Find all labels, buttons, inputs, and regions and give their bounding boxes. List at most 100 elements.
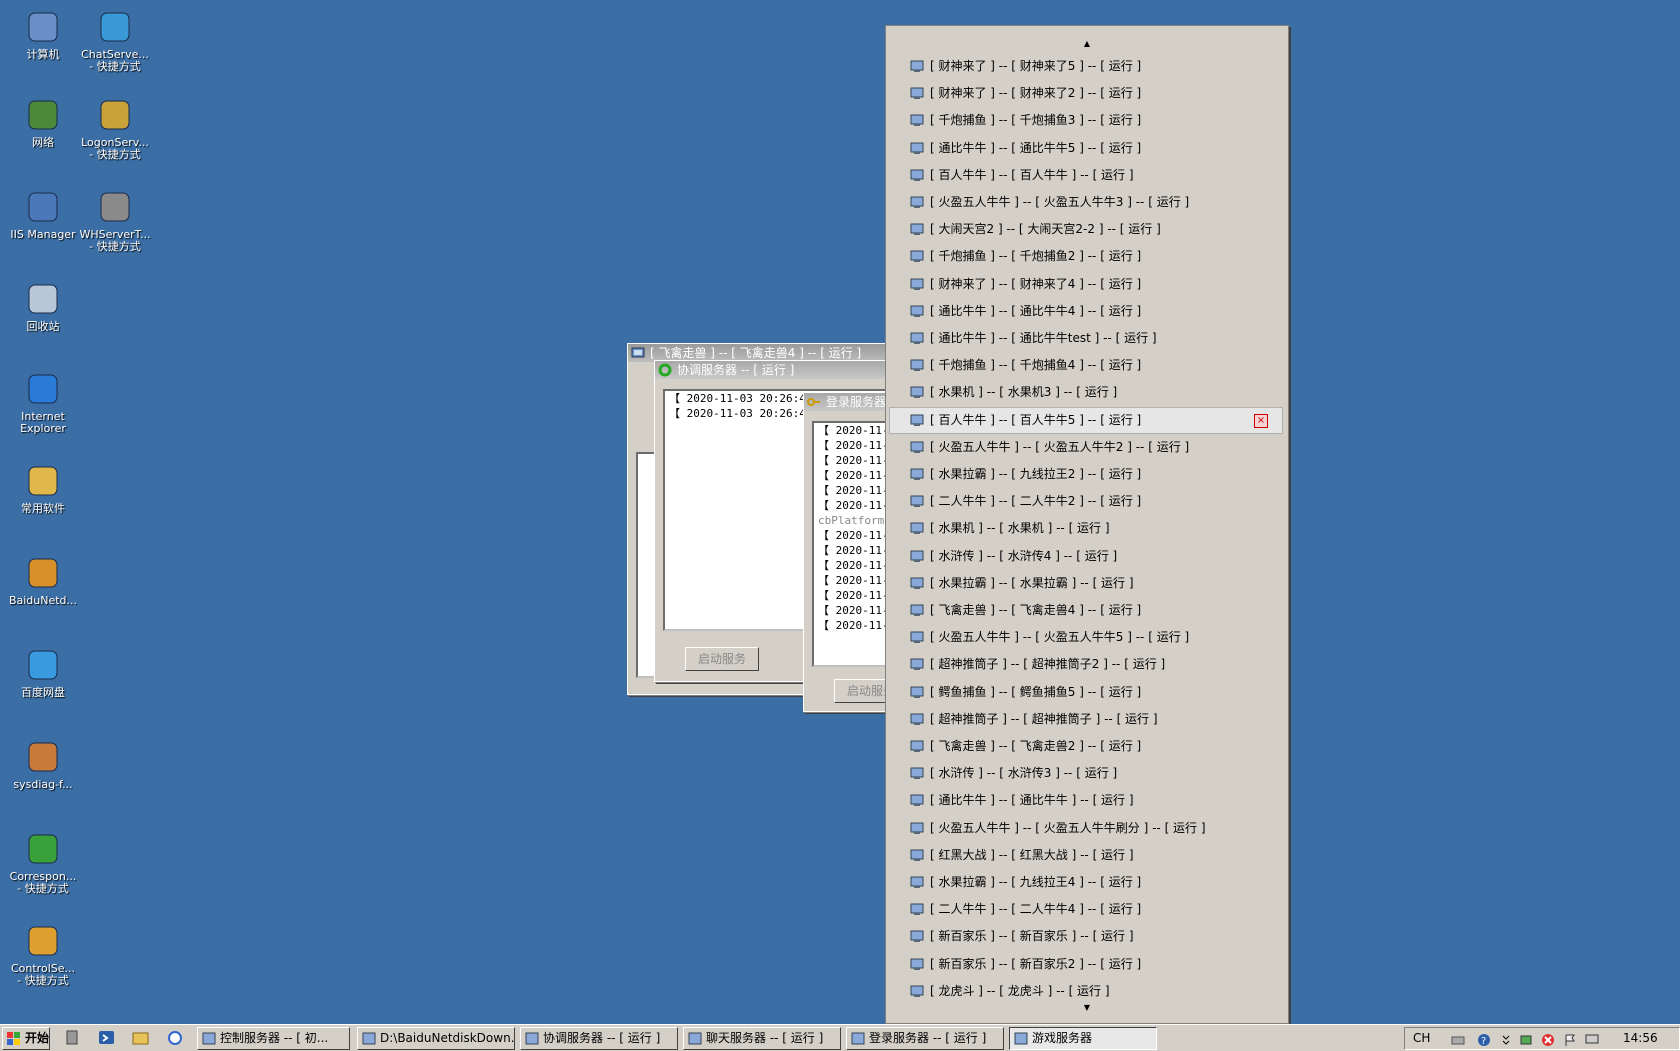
controlserver-shortcut-desktop-item[interactable]: ControlSe... - 快捷方式 [0, 922, 86, 987]
common-software-folder-icon [24, 462, 62, 500]
coordination-window-titlebar[interactable]: 协调服务器 -- [ 运行 ] [655, 361, 895, 379]
logonserver-shortcut-icon [96, 96, 134, 134]
tray-expand-icon[interactable] [1499, 1033, 1513, 1047]
language-indicator[interactable]: CH [1413, 1031, 1430, 1045]
menu-item-game-server[interactable]: [ 飞禽走兽 ] -- [ 飞禽走兽4 ] -- [ 运行 ] [890, 598, 1282, 623]
flag-icon[interactable] [1563, 1033, 1577, 1047]
menu-item-game-server[interactable]: [ 龙虎斗 ] -- [ 龙虎斗 ] -- [ 运行 ] [890, 979, 1282, 1004]
taskbar-window-button[interactable]: 控制服务器 -- [ 初... [197, 1027, 350, 1050]
explorer-icon[interactable] [132, 1029, 150, 1046]
internet-explorer-desktop-item[interactable]: Internet Explorer [0, 370, 86, 435]
correspond-shortcut-desktop-item[interactable]: Correspon... - 快捷方式 [0, 830, 86, 895]
chatserver-shortcut-desktop-item[interactable]: ChatServe... - 快捷方式 [72, 8, 158, 73]
close-item-icon[interactable]: × [1254, 413, 1268, 428]
menu-item-label: [ 大闹天宫2 ] -- [ 大闹天宫2-2 ] -- [ 运行 ] [930, 222, 1161, 237]
server-icon [910, 604, 924, 616]
baidunetdisk-download-desktop-item[interactable]: BaiduNetd... [0, 554, 86, 607]
menu-item-game-server[interactable]: [ 水浒传 ] -- [ 水浒传3 ] -- [ 运行 ] [890, 761, 1282, 786]
menu-item-game-server[interactable]: [ 红黑大战 ] -- [ 红黑大战 ] -- [ 运行 ] [890, 843, 1282, 868]
key-icon [807, 398, 820, 406]
menu-item-game-server[interactable]: [ 百人牛牛 ] -- [ 百人牛牛5 ] -- [ 运行 ] × [889, 406, 1283, 434]
menu-item-label: [ 通比牛牛 ] -- [ 通比牛牛test ] -- [ 运行 ] [930, 331, 1157, 345]
menu-item-game-server[interactable]: [ 水果拉霸 ] -- [ 九线拉王4 ] -- [ 运行 ] [890, 870, 1282, 895]
server-manager-icon[interactable] [64, 1029, 82, 1046]
menu-item-game-server[interactable]: [ 千炮捕鱼 ] -- [ 千炮捕鱼2 ] -- [ 运行 ] [890, 244, 1282, 269]
baidu-netdisk-quicklaunch-icon[interactable] [166, 1029, 184, 1046]
menu-item-label: [ 财神来了 ] -- [ 财神来了4 ] -- [ 运行 ] [930, 276, 1142, 291]
taskbar-window-button[interactable]: 聊天服务器 -- [ 运行 ] [683, 1027, 841, 1050]
menu-item-game-server[interactable]: [ 百人牛牛 ] -- [ 百人牛牛 ] -- [ 运行 ] [890, 163, 1282, 188]
scroll-up-arrow[interactable]: ▲ [886, 39, 1288, 48]
menu-item-game-server[interactable]: [ 新百家乐 ] -- [ 新百家乐2 ] -- [ 运行 ] [890, 952, 1282, 977]
common-software-folder-desktop-item[interactable]: 常用软件 [0, 462, 86, 515]
chatserver-shortcut-icon [96, 8, 134, 46]
menu-item-game-server[interactable]: [ 千炮捕鱼 ] -- [ 千炮捕鱼3 ] -- [ 运行 ] [890, 108, 1282, 133]
recycle-arrows-icon [658, 363, 672, 377]
menu-item-game-server[interactable]: [ 水果机 ] -- [ 水果机3 ] -- [ 运行 ] [890, 380, 1282, 405]
keyboard-icon[interactable] [1451, 1033, 1465, 1047]
menu-item-game-server[interactable]: [ 二人牛牛 ] -- [ 二人牛牛2 ] -- [ 运行 ] [890, 489, 1282, 514]
menu-item-game-server[interactable]: [ 超神推筒子 ] -- [ 超神推筒子2 ] -- [ 运行 ] [890, 652, 1282, 677]
server-icon [910, 414, 924, 426]
menu-item-game-server[interactable]: [ 水果拉霸 ] -- [ 水果拉霸 ] -- [ 运行 ] [890, 571, 1282, 596]
coordination-start-button[interactable]: 启动服务 [685, 647, 759, 671]
menu-item-label: [ 超神推筒子 ] -- [ 超神推筒子 ] -- [ 运行 ] [930, 711, 1158, 726]
menu-item-label: [ 水浒传 ] -- [ 水浒传3 ] -- [ 运行 ] [930, 766, 1118, 781]
menu-item-label: [ 水果拉霸 ] -- [ 九线拉王4 ] -- [ 运行 ] [930, 875, 1142, 889]
network-tray-icon[interactable] [1519, 1033, 1533, 1047]
menu-item-game-server[interactable]: [ 超神推筒子 ] -- [ 超神推筒子 ] -- [ 运行 ] [890, 707, 1282, 732]
menu-item-game-server[interactable]: [ 火盈五人牛牛 ] -- [ 火盈五人牛牛2 ] -- [ 运行 ] [890, 435, 1282, 460]
menu-item-game-server[interactable]: [ 水浒传 ] -- [ 水浒传4 ] -- [ 运行 ] [890, 544, 1282, 569]
taskbar-window-button[interactable]: 登录服务器 -- [ 运行 ] [846, 1027, 1004, 1050]
menu-item-game-server[interactable]: [ 火盈五人牛牛 ] -- [ 火盈五人牛牛3 ] -- [ 运行 ] [890, 190, 1282, 215]
desktop-item-label: ChatServe... - 快捷方式 [81, 48, 149, 73]
menu-item-game-server[interactable]: [ 二人牛牛 ] -- [ 二人牛牛4 ] -- [ 运行 ] [890, 897, 1282, 922]
server-icon [910, 250, 924, 263]
taskbar-window-button[interactable]: 协调服务器 -- [ 运行 ] [520, 1027, 678, 1050]
clock[interactable]: 14:56 [1623, 1031, 1658, 1045]
help-icon[interactable]: ? [1477, 1033, 1491, 1047]
menu-item-game-server[interactable]: [ 财神来了 ] -- [ 财神来了5 ] -- [ 运行 ] [890, 54, 1282, 79]
menu-item-game-server[interactable]: [ 通比牛牛 ] -- [ 通比牛牛4 ] -- [ 运行 ] [890, 299, 1282, 324]
menu-item-game-server[interactable]: [ 水果机 ] -- [ 水果机 ] -- [ 运行 ] [890, 516, 1282, 541]
menu-item-game-server[interactable]: [ 新百家乐 ] -- [ 新百家乐 ] -- [ 运行 ] [890, 924, 1282, 949]
sysdiag-desktop-item[interactable]: sysdiag-f... [0, 738, 86, 791]
taskbar-window-button[interactable]: D:\BaiduNetdiskDown... [357, 1027, 515, 1050]
menu-item-label: [ 财神来了 ] -- [ 财神来了2 ] -- [ 运行 ] [930, 86, 1142, 101]
powershell-icon[interactable] [98, 1029, 116, 1046]
menu-item-game-server[interactable]: [ 大闹天宫2 ] -- [ 大闹天宫2-2 ] -- [ 运行 ] [890, 217, 1282, 242]
display-icon[interactable] [1585, 1033, 1599, 1047]
menu-item-game-server[interactable]: [ 通比牛牛 ] -- [ 通比牛牛5 ] -- [ 运行 ] [890, 136, 1282, 161]
logonserver-shortcut-desktop-item[interactable]: LogonServ... - 快捷方式 [72, 96, 158, 161]
server-icon [910, 686, 924, 698]
menu-item-game-server[interactable]: [ 千炮捕鱼 ] -- [ 千炮捕鱼4 ] -- [ 运行 ] [890, 353, 1282, 378]
window-icon [202, 1032, 216, 1045]
whservert-shortcut-desktop-item[interactable]: WHServerT... - 快捷方式 [72, 188, 158, 253]
security-alert-icon[interactable] [1541, 1033, 1555, 1047]
taskbar-window-button[interactable]: 游戏服务器 [1009, 1027, 1157, 1050]
taskbar-button-label: 控制服务器 -- [ 初... [220, 1031, 329, 1045]
menu-item-game-server[interactable]: [ 火盈五人牛牛 ] -- [ 火盈五人牛牛5 ] -- [ 运行 ] [890, 625, 1282, 650]
server-icon [910, 577, 924, 589]
server-icon [910, 386, 924, 399]
scroll-down-arrow[interactable]: ▼ [886, 1003, 1288, 1012]
taskbar: 开始 控制服务器 -- [ 初... D:\BaiduNetdiskDown...… [0, 1024, 1680, 1051]
menu-item-game-server[interactable]: [ 火盈五人牛牛 ] -- [ 火盈五人牛牛刷分 ] -- [ 运行 ] [890, 816, 1282, 841]
menu-item-label: [ 通比牛牛 ] -- [ 通比牛牛 ] -- [ 运行 ] [930, 793, 1134, 808]
recycle-bin-desktop-item[interactable]: 回收站 [0, 280, 86, 333]
menu-item-game-server[interactable]: [ 通比牛牛 ] -- [ 通比牛牛 ] -- [ 运行 ] [890, 788, 1282, 813]
taskbar-button-label: 协调服务器 -- [ 运行 ] [543, 1031, 661, 1045]
desktop-item-label: 百度网盘 [21, 686, 65, 699]
menu-item-game-server[interactable]: [ 财神来了 ] -- [ 财神来了4 ] -- [ 运行 ] [890, 272, 1282, 297]
menu-item-game-server[interactable]: [ 飞禽走兽 ] -- [ 飞禽走兽2 ] -- [ 运行 ] [890, 734, 1282, 759]
menu-item-label: [ 百人牛牛 ] -- [ 百人牛牛5 ] -- [ 运行 ] [930, 412, 1142, 427]
window-icon [688, 1032, 702, 1045]
baidu-netdisk-desktop-item[interactable]: 百度网盘 [0, 646, 86, 699]
menu-item-game-server[interactable]: [ 通比牛牛 ] -- [ 通比牛牛test ] -- [ 运行 ] [890, 326, 1282, 351]
menu-item-game-server[interactable]: [ 鳄鱼捕鱼 ] -- [ 鳄鱼捕鱼5 ] -- [ 运行 ] [890, 680, 1282, 705]
desktop-item-label: 回收站 [26, 320, 60, 333]
menu-item-game-server[interactable]: [ 财神来了 ] -- [ 财神来了2 ] -- [ 运行 ] [890, 81, 1282, 106]
menu-item-game-server[interactable]: [ 水果拉霸 ] -- [ 九线拉王2 ] -- [ 运行 ] [890, 462, 1282, 487]
start-button[interactable]: 开始 [2, 1027, 50, 1050]
controlserver-shortcut-icon [24, 922, 62, 960]
